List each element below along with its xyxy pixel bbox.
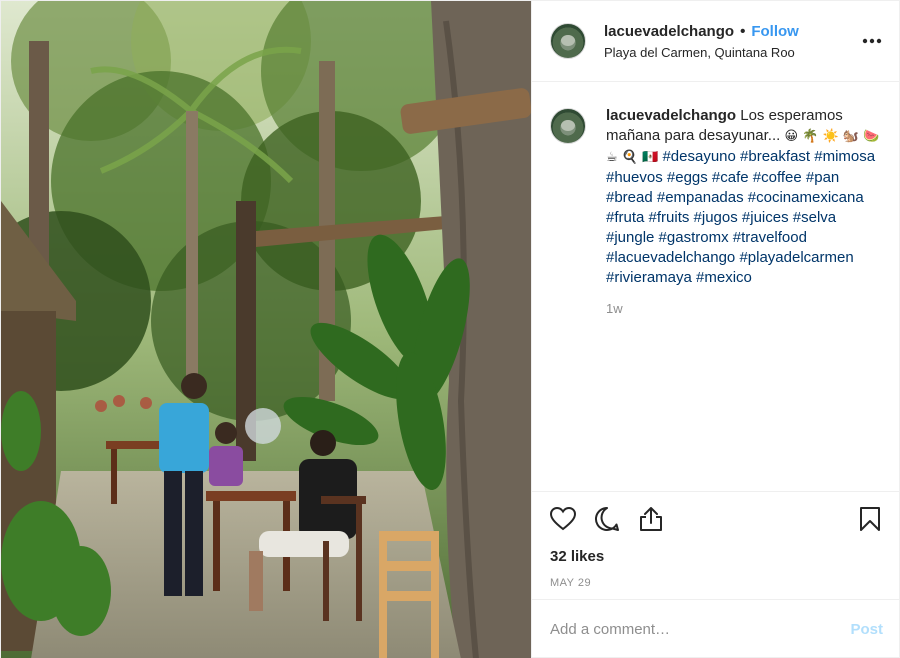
header-text: lacuevadelchango • Follow Playa del Carm… <box>604 23 861 60</box>
likes-count[interactable]: 32 likes <box>532 545 900 569</box>
caption-hashtags[interactable]: #desayuno #breakfast #mimosa #huevos #eg… <box>606 148 875 286</box>
instagram-post: lacuevadelchango • Follow Playa del Carm… <box>0 0 900 658</box>
restaurant-jungle-photo <box>1 1 531 658</box>
heart-icon[interactable] <box>548 504 578 534</box>
post-date[interactable]: MAY 29 <box>532 577 900 599</box>
more-options-icon[interactable] <box>861 30 883 52</box>
caption-username-link[interactable]: lacuevadelchango <box>606 107 736 124</box>
post-photo[interactable] <box>1 1 531 658</box>
caption-text: lacuevadelchango Los esperamos mañana pa… <box>606 106 885 288</box>
caption-block: lacuevadelchango Los esperamos mañana pa… <box>606 106 885 491</box>
post-sidebar: lacuevadelchango • Follow Playa del Carm… <box>531 1 900 658</box>
header-username-row: lacuevadelchango • Follow <box>604 23 861 40</box>
username-link[interactable]: lacuevadelchango <box>604 23 734 40</box>
share-icon[interactable] <box>636 504 666 534</box>
avatar[interactable] <box>550 23 586 59</box>
post-header: lacuevadelchango • Follow Playa del Carm… <box>532 1 900 82</box>
location-link[interactable]: Playa del Carmen, Quintana Roo <box>604 45 861 60</box>
follow-button[interactable]: Follow <box>751 23 799 40</box>
comment-icon[interactable] <box>592 504 622 534</box>
post-comment-button[interactable]: Post <box>850 621 883 638</box>
ellipsis-icon <box>862 38 882 44</box>
bookmark-icon[interactable] <box>855 504 885 534</box>
comments-area: lacuevadelchango Los esperamos mañana pa… <box>532 82 900 491</box>
caption-time-ago[interactable]: 1w <box>606 301 885 316</box>
caption-emojis-1: 😀 🌴 ☀️ 🐿️ <box>784 129 859 144</box>
comment-input[interactable] <box>550 621 851 638</box>
comment-box: Post <box>532 599 900 658</box>
caption-avatar[interactable] <box>550 108 586 144</box>
separator-dot: • <box>740 22 746 40</box>
action-bar <box>532 491 900 545</box>
